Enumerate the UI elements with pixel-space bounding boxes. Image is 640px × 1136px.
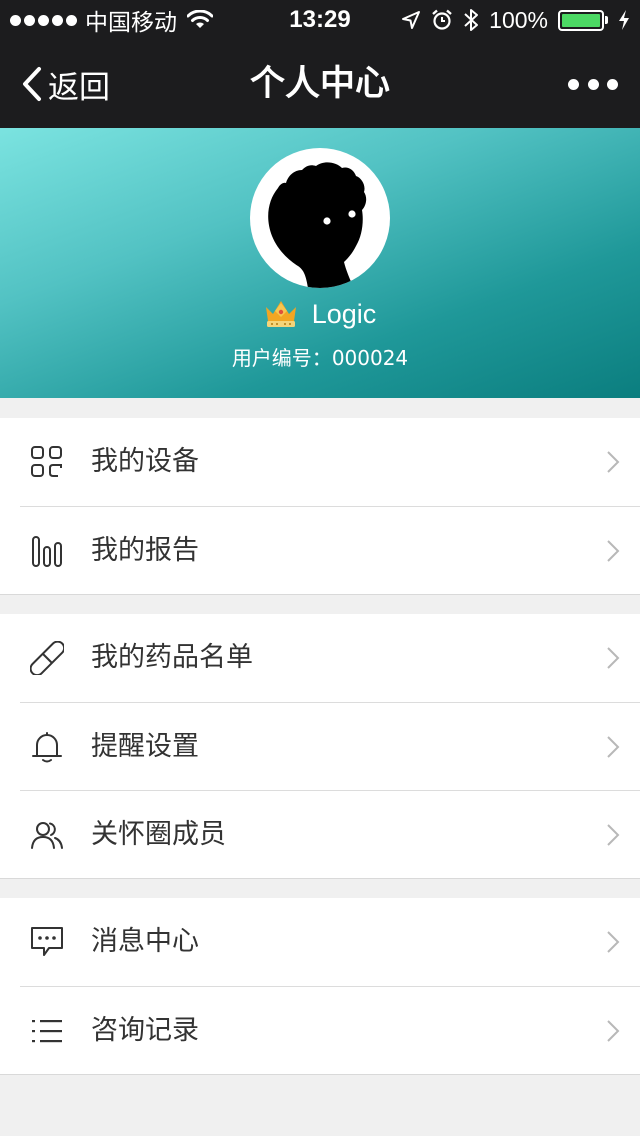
profile-header: Logic 用户编号：000024 [0,128,640,398]
status-left: 中国移动 [10,0,213,40]
menu-item-message-center[interactable]: 消息中心 [0,898,640,986]
menu-item-label: 关怀圈成员 [91,819,226,850]
menu-item-my-reports[interactable]: 我的报告 [20,506,640,594]
members-icon [31,822,63,849]
carrier-name: 中国移动 [85,10,177,36]
battery-percentage: 100% [489,6,548,33]
chevron-right-icon [607,451,620,473]
signal-strength-icon [10,14,77,26]
bell-icon [32,732,62,763]
battery-icon [558,9,608,31]
menu-item-label: 我的报告 [91,535,199,566]
menu-item-my-medicines[interactable]: 我的药品名单 [0,614,640,702]
menu-item-label: 提醒设置 [91,731,199,762]
location-arrow-icon [402,11,421,29]
menu-item-label: 我的设备 [91,446,199,477]
bluetooth-icon [464,9,479,31]
avatar[interactable] [250,148,390,288]
bar-chart-icon [32,536,62,567]
more-options-button[interactable] [568,70,618,98]
status-right: 100% [401,0,630,40]
menu-item-reminder-settings[interactable]: 提醒设置 [20,702,640,790]
user-id-label: 用户编号： [231,346,332,370]
username: Logic [311,298,377,329]
status-bar: 中国移动 13:29 100% [0,0,640,40]
menu-item-label: 我的药品名单 [91,642,253,673]
avatar-silhouette-image [268,162,367,288]
pill-icon [30,641,64,675]
message-icon [31,927,63,956]
devices-grid-icon [31,446,62,477]
menu-item-label: 消息中心 [91,926,199,957]
list-icon [32,1020,62,1043]
menu-item-care-circle-members[interactable]: 关怀圈成员 [20,790,640,878]
chevron-right-icon [607,1020,620,1042]
chevron-right-icon [607,736,620,758]
menu-item-consultation-records[interactable]: 咨询记录 [20,986,640,1074]
charging-bolt-icon [619,10,629,30]
chevron-left-icon [23,67,41,101]
menu-group-devices: 我的设备 我的报告 [0,418,640,595]
username-row: Logic [0,294,640,334]
menu-group-messages: 消息中心 咨询记录 [0,898,640,1075]
user-id-value: 000024 [331,346,409,370]
chevron-right-icon [607,540,620,562]
crown-icon [265,301,296,327]
alarm-clock-icon [432,9,452,30]
menu-item-my-devices[interactable]: 我的设备 [0,418,640,506]
chevron-right-icon [607,824,620,846]
user-id: 用户编号：000024 [0,342,640,371]
menu-group-care: 我的药品名单 提醒设置 关怀圈成员 [0,614,640,879]
back-button[interactable]: 返回 [20,62,110,106]
back-label: 返回 [48,69,110,106]
chevron-right-icon [607,931,620,953]
menu-item-label: 咨询记录 [91,1015,199,1046]
chevron-right-icon [607,647,620,669]
navigation-bar: 返回 个人中心 [0,40,640,128]
wifi-icon [187,10,213,28]
